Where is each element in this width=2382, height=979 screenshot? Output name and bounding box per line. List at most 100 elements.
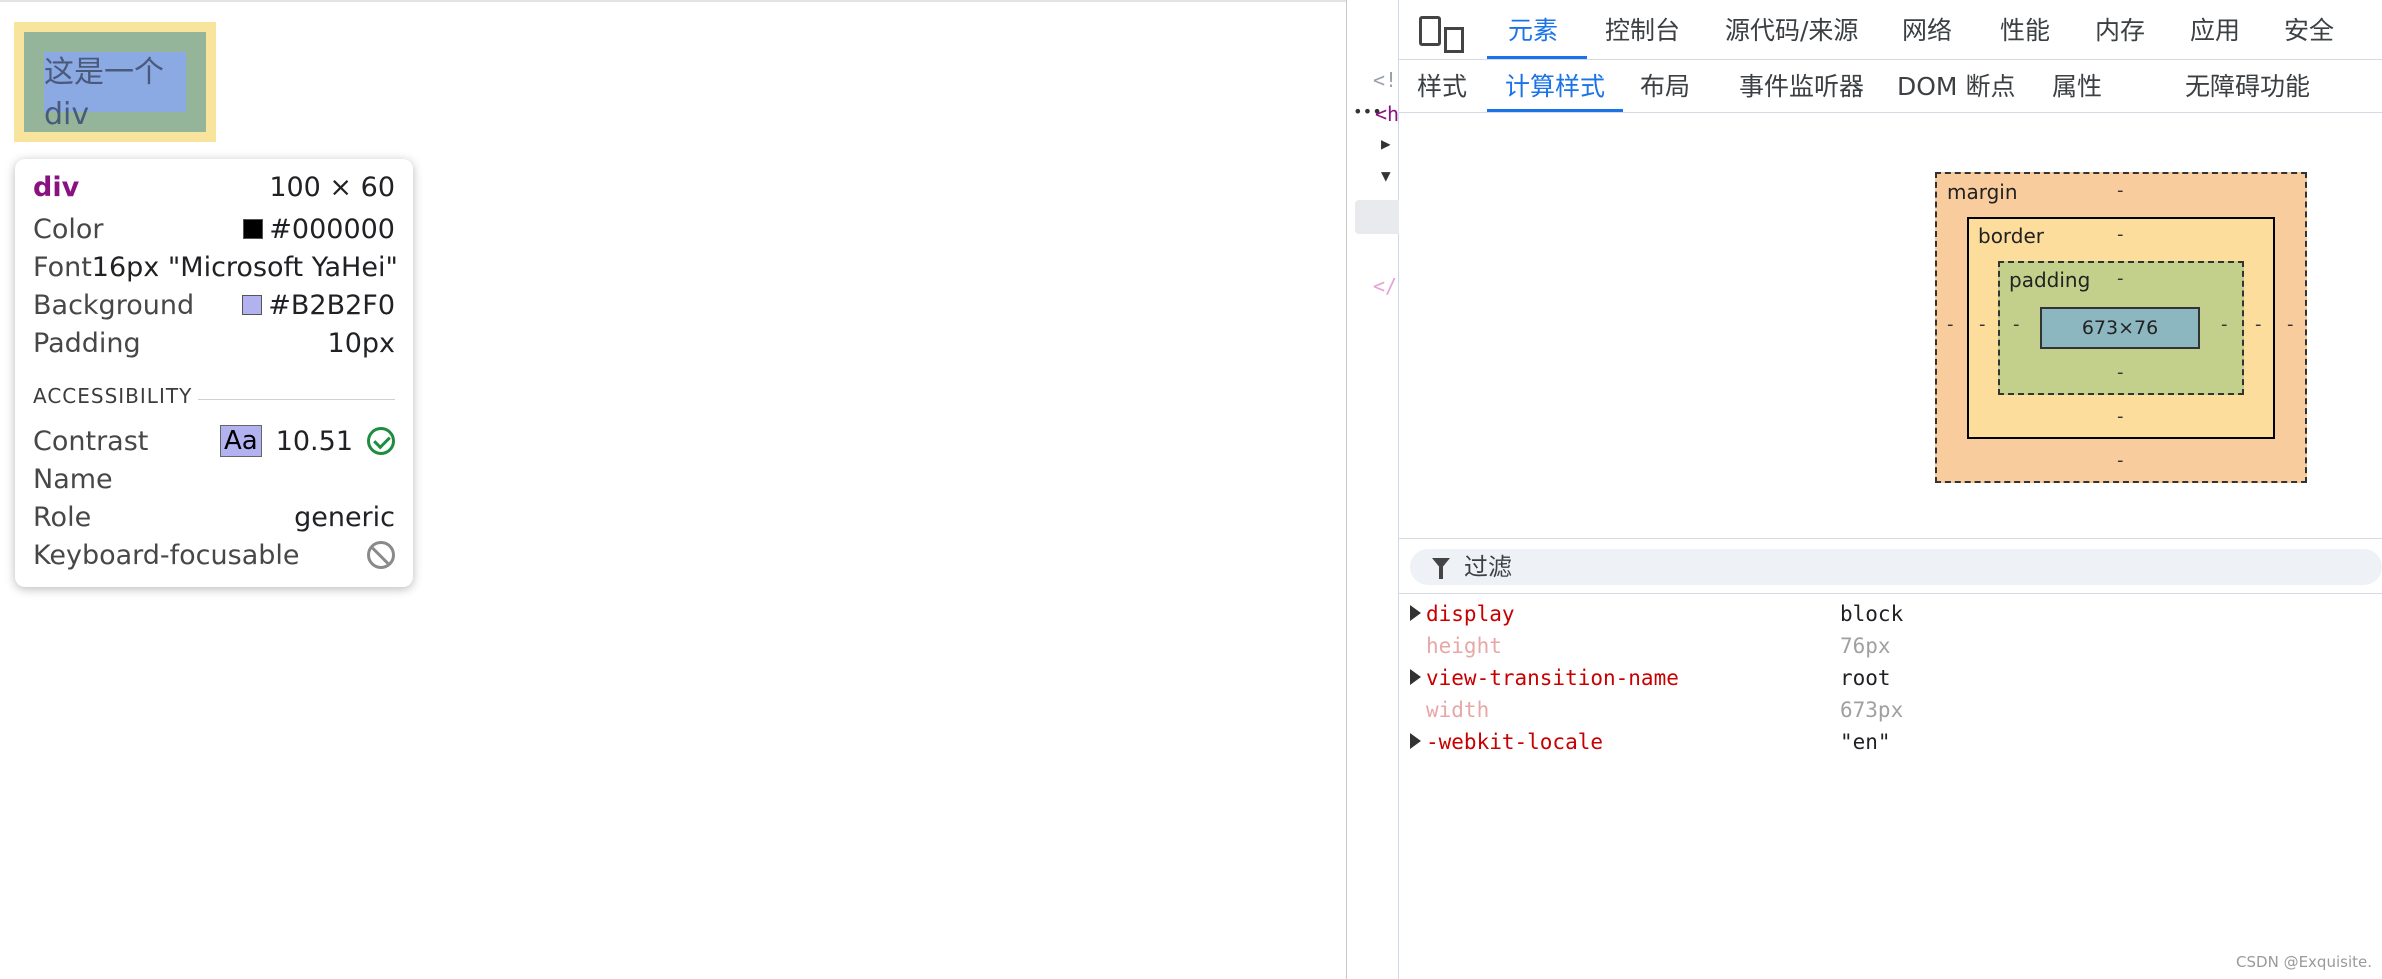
accessibility-divider [198,399,395,400]
check-circle-icon [367,427,395,455]
filter-separator [1399,538,2382,539]
computed-property-name: width [1426,698,1490,722]
background-swatch [242,295,263,315]
padding-top-value[interactable]: - [2117,268,2124,289]
color-label: Color [33,213,104,245]
border-top-value[interactable]: - [2117,224,2124,245]
collapse-arrow-icon[interactable]: ▼ [1381,166,1391,185]
selected-node-highlight[interactable] [1355,200,1399,234]
border-label: border [1978,224,2045,248]
accessibility-title: ACCESSIBILITY [33,384,193,408]
box-model-content-size[interactable]: 673×76 [2040,307,2200,349]
computed-row[interactable]: height 76px [1410,630,2370,662]
expand-arrow-icon[interactable]: ▶ [1381,134,1391,153]
computed-property-name: -webkit-locale [1426,730,1604,754]
subtab-styles[interactable]: 样式 [1417,61,1467,113]
filter-bottom-separator [1399,593,2382,594]
tooltip-background-row: Background #B2B2F0 [33,289,395,321]
computed-property-value: block [1840,602,1904,626]
font-label: Font [33,251,92,283]
inspected-div-text[interactable]: 这是一个div [44,52,194,136]
computed-row[interactable]: view-transition-name root [1410,662,2370,694]
filter-input[interactable]: 过滤 [1410,549,2382,585]
tab-console[interactable]: 控制台 [1605,0,1680,60]
padding-box-label: padding [2009,268,2091,292]
padding-bottom-value[interactable]: - [2117,362,2124,383]
keyboard-focusable-label: Keyboard-focusable [33,539,300,571]
device-toolbar-icon[interactable] [1419,16,1464,53]
tooltip-color-row: Color #000000 [33,213,395,245]
active-tab-indicator [1487,56,1587,59]
margin-top-value[interactable]: - [2117,180,2124,201]
computed-property-value: "en" [1840,730,1891,754]
tooltip-header: div 100 × 60 [33,171,395,203]
role-value: generic [294,501,395,533]
computed-property-value: 76px [1840,634,1891,658]
margin-left-value[interactable]: - [1947,314,1954,335]
tooltip-font-row: Font 16px "Microsoft YaHei" [33,251,398,283]
tooltip-keyboard-row: Keyboard-focusable [33,539,395,571]
computed-row[interactable]: width 673px [1410,694,2370,726]
filter-placeholder: 过滤 [1464,553,1512,581]
margin-right-value[interactable]: - [2287,314,2294,335]
tab-performance[interactable]: 性能 [2000,0,2050,60]
margin-bottom-value[interactable]: - [2117,450,2124,471]
computed-property-name: view-transition-name [1426,666,1679,690]
padding-right-value[interactable]: - [2221,314,2228,335]
tab-security[interactable]: 安全 [2284,0,2334,60]
expand-arrow-icon[interactable] [1410,605,1421,621]
subtab-accessibility[interactable]: 无障碍功能 [2185,61,2310,113]
padding-left-value[interactable]: - [2013,314,2020,335]
margin-label: margin [1947,180,2018,204]
sub-tab-bar: 样式 计算样式 布局 事件监听器 DOM 断点 属性 无障碍功能 [1399,61,2382,113]
expand-arrow-icon[interactable] [1410,669,1421,685]
subtab-properties[interactable]: 属性 [2052,61,2102,113]
contrast-sample: Aa [219,425,262,457]
border-left-value[interactable]: - [1979,314,1986,335]
color-swatch [243,219,264,239]
subtab-dom-breakpoints[interactable]: DOM 断点 [1897,61,2015,113]
subtab-computed[interactable]: 计算样式 [1505,61,1605,113]
border-right-value[interactable]: - [2255,314,2262,335]
border-bottom-value[interactable]: - [2117,406,2124,427]
tab-sources[interactable]: 源代码/来源 [1725,0,1858,60]
expand-arrow-icon[interactable] [1410,733,1421,749]
subtab-layout[interactable]: 布局 [1640,61,1690,113]
color-value: #000000 [269,213,395,245]
tooltip-tag: div [33,171,80,203]
dom-tree-strip[interactable]: <! ••• <h ▶ ▼ </ [1347,0,1399,979]
tab-network[interactable]: 网络 [1902,0,1952,60]
padding-value: 10px [327,327,395,359]
tooltip-contrast-row: Contrast Aa 10.51 [33,425,395,457]
devtools-panel: 元素 控制台 源代码/来源 网络 性能 内存 应用 安全 <! ••• <h ▶… [1346,0,2382,979]
contrast-value: 10.51 [275,425,353,457]
computed-row[interactable]: display block [1410,598,2370,630]
tooltip-size: 100 × 60 [269,171,395,203]
dom-closing-tag[interactable]: </ [1373,274,1397,298]
page-viewport: 这是一个div div 100 × 60 Color #000000 Font … [0,0,1346,979]
background-label: Background [33,289,195,321]
computed-property-name: display [1426,602,1515,626]
not-allowed-icon [367,541,395,569]
computed-property-value: 673px [1840,698,1904,722]
computed-property-value: root [1840,666,1891,690]
tab-application[interactable]: 应用 [2190,0,2240,60]
tab-memory[interactable]: 内存 [2095,0,2145,60]
watermark: CSDN @Exquisite. [2236,953,2372,971]
contrast-label: Contrast [33,425,149,457]
tooltip-name-row: Name [33,463,395,495]
name-label: Name [33,463,113,495]
computed-property-name: height [1426,634,1502,658]
dom-html-tag[interactable]: <h [1375,102,1399,126]
subtab-event-listeners[interactable]: 事件监听器 [1739,61,1864,113]
active-subtab-indicator [1487,109,1623,112]
tooltip-role-row: Role generic [33,501,395,533]
dom-doctype[interactable]: <! [1373,68,1397,92]
main-tab-bar: 元素 控制台 源代码/来源 网络 性能 内存 应用 安全 [1347,0,2382,60]
tab-elements[interactable]: 元素 [1508,0,1558,60]
computed-row[interactable]: -webkit-locale "en" [1410,726,2370,758]
tooltip-padding-row: Padding 10px [33,327,395,359]
box-model-diagram: margin - - - - border - - - - padding - … [1935,172,2307,483]
inspect-tooltip: div 100 × 60 Color #000000 Font 16px "Mi… [15,159,413,587]
padding-label: Padding [33,327,141,359]
